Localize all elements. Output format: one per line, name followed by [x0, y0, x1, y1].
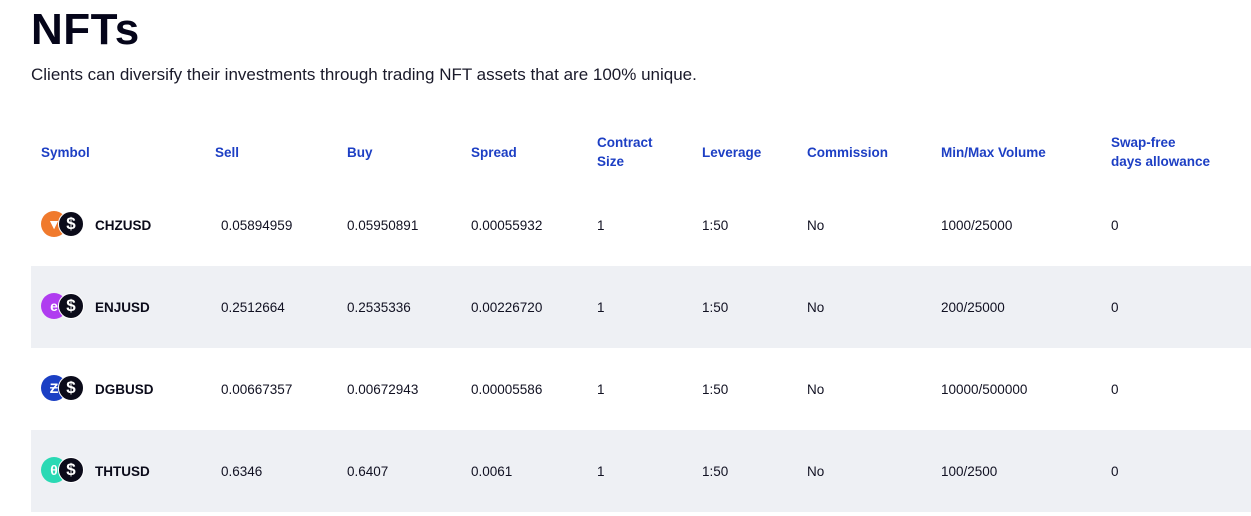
dollar-icon: $ — [58, 293, 84, 319]
table-body: ▼ $ CHZUSD 0.05894959 0.05950891 0.00055932 1 1… — [31, 184, 1251, 512]
sell-cell: 0.2512664 — [221, 299, 285, 315]
spread-cell: 0.0061 — [471, 463, 513, 479]
contract-size-cell: 1 — [597, 217, 605, 233]
symbol-label: DGBUSD — [95, 381, 154, 397]
dollar-icon: $ — [58, 457, 84, 483]
table-row: e $ ENJUSD 0.2512664 0.2535336 0.00226720 1 1:5… — [31, 266, 1251, 348]
column-header-buy: Buy — [347, 144, 373, 160]
symbol-label: CHZUSD — [95, 217, 152, 233]
commission-cell: No — [807, 463, 825, 479]
spread-cell: 0.00055932 — [471, 217, 543, 233]
volume-cell: 1000/25000 — [941, 217, 1013, 233]
sell-cell: 0.6346 — [221, 463, 263, 479]
nft-table: Symbol Sell Buy Spread Contract Size Leve… — [31, 120, 1251, 512]
table-header: Symbol Sell Buy Spread Contract Size Leve… — [31, 120, 1251, 184]
pair-icons: Ƶ $ — [31, 375, 84, 403]
page-subtitle: Clients can diversify their investments … — [31, 65, 697, 84]
column-header-contract-size: Contract Size — [597, 135, 653, 169]
volume-cell: 10000/500000 — [941, 381, 1028, 397]
swap-cell: 0 — [1111, 299, 1119, 315]
column-header-commission: Commission — [807, 144, 889, 160]
table-row: ▼ $ CHZUSD 0.05894959 0.05950891 0.00055932 1 1… — [31, 184, 1251, 266]
symbol-cell: Ƶ $ DGBUSD — [31, 348, 154, 430]
swap-cell: 0 — [1111, 463, 1119, 479]
column-header-spread: Spread — [471, 144, 517, 160]
buy-cell: 0.05950891 — [347, 217, 419, 233]
commission-cell: No — [807, 217, 825, 233]
buy-cell: 0.00672943 — [347, 381, 419, 397]
symbol-cell: θ $ THTUSD — [31, 430, 150, 512]
page-title: NFTs — [31, 5, 140, 54]
column-header-swap-free: Swap-free days allowance — [1111, 135, 1211, 169]
swap-cell: 0 — [1111, 217, 1119, 233]
contract-size-cell: 1 — [597, 463, 605, 479]
column-header-sell: Sell — [215, 144, 240, 160]
buy-cell: 0.6407 — [347, 463, 389, 479]
buy-cell: 0.2535336 — [347, 299, 411, 315]
symbol-label: ENJUSD — [95, 299, 150, 315]
symbol-cell: ▼ $ CHZUSD — [31, 184, 151, 266]
pair-icons: θ $ — [31, 457, 84, 485]
symbol-label: THTUSD — [95, 463, 150, 479]
column-header-leverage: Leverage — [702, 144, 762, 160]
spread-cell: 0.00226720 — [471, 299, 543, 315]
spread-cell: 0.00005586 — [471, 381, 543, 397]
commission-cell: No — [807, 381, 825, 397]
leverage-cell: 1:50 — [702, 381, 729, 397]
leverage-cell: 1:50 — [702, 217, 729, 233]
volume-cell: 100/2500 — [941, 463, 998, 479]
table-row: θ $ THTUSD 0.6346 0.6407 0.0061 1 1:50 No 100/250… — [31, 430, 1251, 512]
sell-cell: 0.05894959 — [221, 217, 293, 233]
dollar-icon: $ — [58, 375, 84, 401]
column-header-volume: Min/Max Volume — [941, 144, 1046, 160]
contract-size-cell: 1 — [597, 381, 605, 397]
dollar-icon: $ — [58, 211, 84, 237]
sell-cell: 0.00667357 — [221, 381, 293, 397]
volume-cell: 200/25000 — [941, 299, 1005, 315]
contract-size-cell: 1 — [597, 299, 605, 315]
symbol-cell: e $ ENJUSD — [31, 266, 150, 348]
pair-icons: ▼ $ — [31, 211, 84, 239]
commission-cell: No — [807, 299, 825, 315]
table-row: Ƶ $ DGBUSD 0.00667357 0.00672943 0.00005586 1 1… — [31, 348, 1251, 430]
leverage-cell: 1:50 — [702, 299, 729, 315]
leverage-cell: 1:50 — [702, 463, 729, 479]
column-header-symbol: Symbol — [41, 144, 90, 160]
pair-icons: e $ — [31, 293, 84, 321]
swap-cell: 0 — [1111, 381, 1119, 397]
